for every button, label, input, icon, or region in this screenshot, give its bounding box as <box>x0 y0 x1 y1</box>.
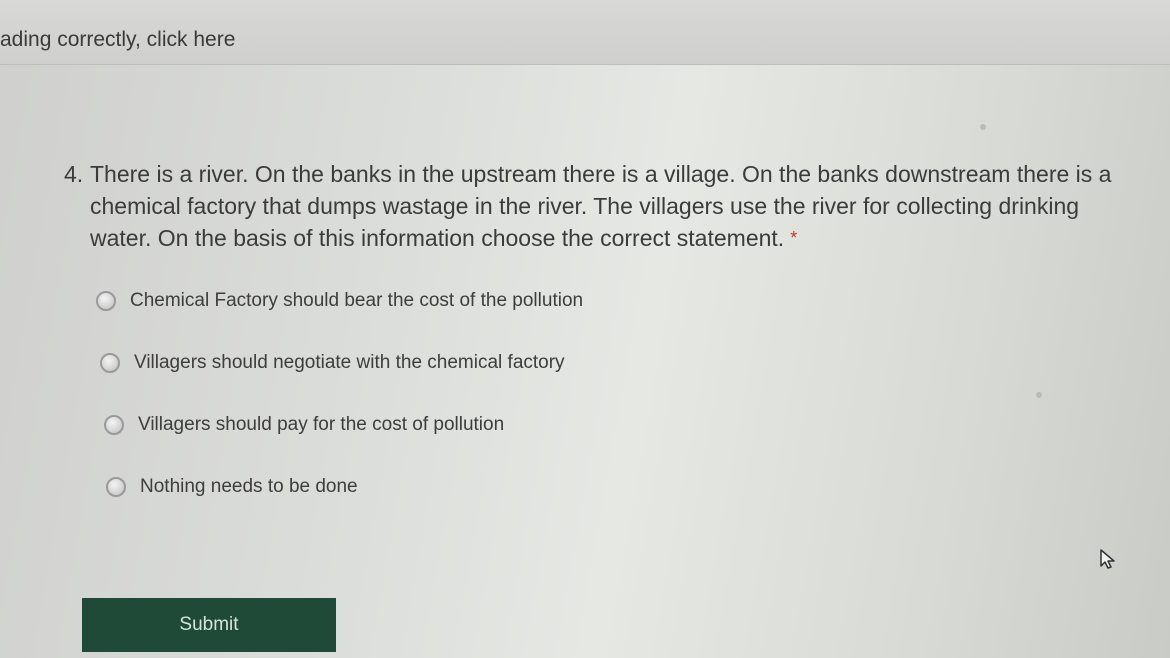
mouse-pointer-icon <box>1100 549 1115 569</box>
required-marker: * <box>790 228 798 248</box>
reload-link[interactable]: ading correctly, click here <box>0 28 235 52</box>
question-text: There is a river. On the banks in the up… <box>90 161 1112 251</box>
question-number: 4. <box>64 161 84 187</box>
option-nothing-needed[interactable]: Nothing needs to be done <box>106 476 358 498</box>
question-block: 4. There is a river. On the banks in the… <box>64 158 1144 254</box>
option-label: Chemical Factory should bear the cost of… <box>130 290 584 311</box>
submit-button[interactable]: Submit <box>82 598 336 652</box>
option-villagers-pay[interactable]: Villagers should pay for the cost of pol… <box>104 414 504 436</box>
option-chemical-factory-bears-cost[interactable]: Chemical Factory should bear the cost of… <box>96 290 583 312</box>
option-label: Villagers should pay for the cost of pol… <box>138 414 505 435</box>
option-villagers-negotiate[interactable]: Villagers should negotiate with the chem… <box>100 352 565 374</box>
screen-smudge <box>1036 392 1042 398</box>
radio-button[interactable] <box>106 477 126 497</box>
radio-button[interactable] <box>100 353 120 373</box>
option-label: Villagers should negotiate with the chem… <box>134 352 565 373</box>
radio-button[interactable] <box>96 291 116 311</box>
screen-smudge <box>980 124 986 130</box>
radio-button[interactable] <box>104 415 124 435</box>
option-label: Nothing needs to be done <box>140 476 358 497</box>
loading-banner: ading correctly, click here <box>0 0 1170 65</box>
